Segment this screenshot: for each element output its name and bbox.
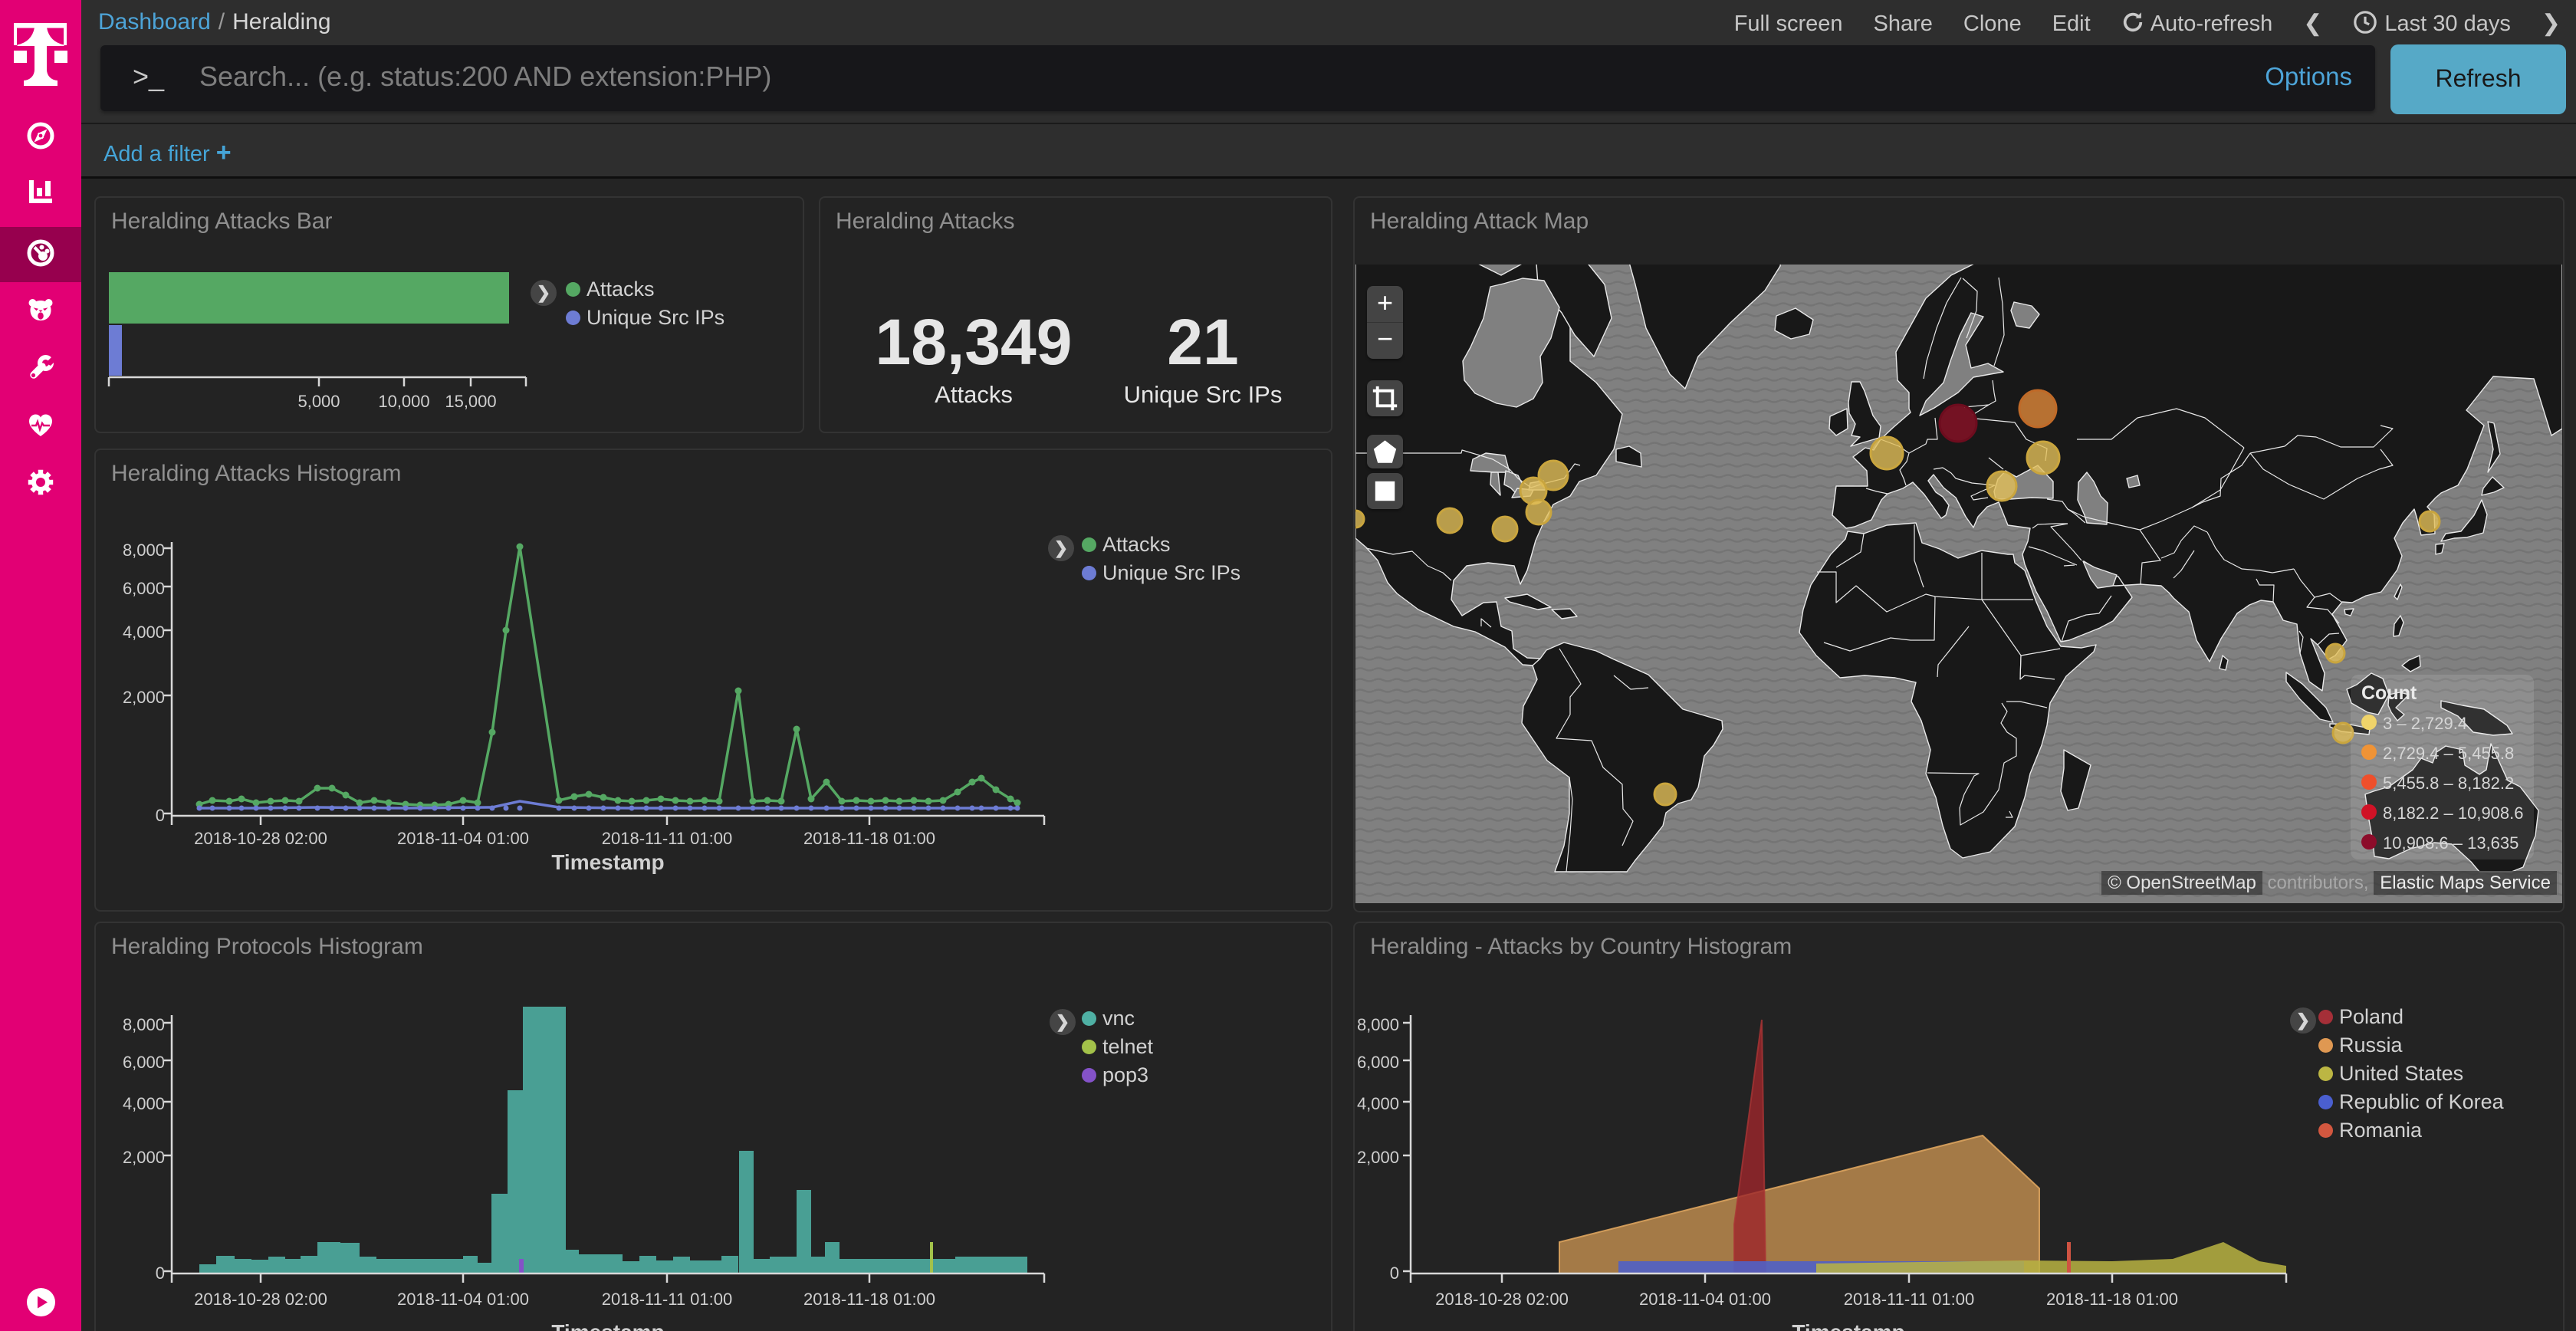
svg-text:Timestamp: Timestamp	[551, 850, 664, 874]
svg-text:15,000: 15,000	[445, 392, 496, 411]
svg-text:10,000: 10,000	[378, 392, 429, 411]
svg-text:2018-11-11 01:00: 2018-11-11 01:00	[1844, 1290, 1974, 1309]
svg-text:0: 0	[1390, 1264, 1399, 1283]
svg-text:2018-11-11 01:00: 2018-11-11 01:00	[602, 829, 732, 848]
svg-text:0: 0	[156, 1264, 165, 1283]
svg-text:2,000: 2,000	[1357, 1148, 1399, 1167]
svg-text:2018-11-18 01:00: 2018-11-18 01:00	[803, 829, 935, 848]
svg-text:2018-10-28 02:00: 2018-10-28 02:00	[194, 829, 327, 848]
svg-text:Timestamp: Timestamp	[551, 1320, 664, 1331]
svg-text:2018-10-28 02:00: 2018-10-28 02:00	[194, 1290, 327, 1309]
svg-text:4,000: 4,000	[123, 623, 165, 642]
svg-text:2018-11-04 01:00: 2018-11-04 01:00	[397, 829, 529, 848]
svg-text:2018-11-18 01:00: 2018-11-18 01:00	[2046, 1290, 2178, 1309]
svg-text:0: 0	[156, 806, 165, 825]
svg-text:6,000: 6,000	[123, 1053, 165, 1072]
svg-text:2018-11-04 01:00: 2018-11-04 01:00	[1639, 1290, 1771, 1309]
svg-text:2018-11-11 01:00: 2018-11-11 01:00	[602, 1290, 732, 1309]
svg-text:2018-11-18 01:00: 2018-11-18 01:00	[803, 1290, 935, 1309]
svg-text:Timestamp: Timestamp	[1792, 1320, 1904, 1331]
svg-text:4,000: 4,000	[123, 1094, 165, 1113]
svg-text:5,000: 5,000	[297, 392, 340, 411]
svg-text:8,000: 8,000	[123, 541, 165, 560]
svg-text:6,000: 6,000	[123, 579, 165, 598]
svg-text:2,000: 2,000	[123, 688, 165, 707]
svg-text:6,000: 6,000	[1357, 1053, 1399, 1072]
svg-text:8,000: 8,000	[1357, 1015, 1399, 1034]
svg-text:8,000: 8,000	[123, 1015, 165, 1034]
svg-text:2018-11-04 01:00: 2018-11-04 01:00	[397, 1290, 529, 1309]
svg-text:2018-10-28 02:00: 2018-10-28 02:00	[1435, 1290, 1569, 1309]
svg-text:4,000: 4,000	[1357, 1094, 1399, 1113]
svg-text:2,000: 2,000	[123, 1148, 165, 1167]
